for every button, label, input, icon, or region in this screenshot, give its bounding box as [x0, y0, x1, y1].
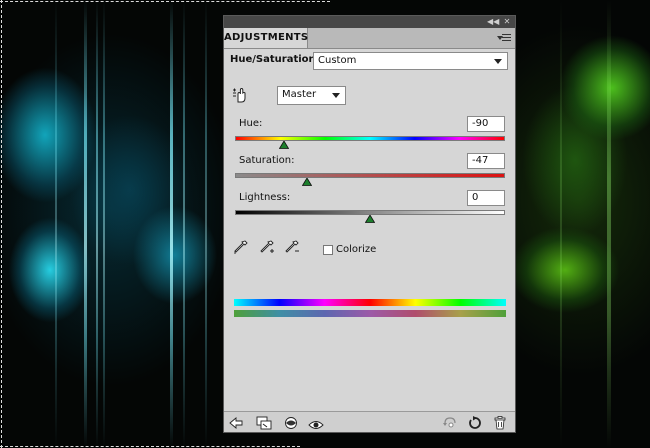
trash-icon[interactable]: [494, 415, 506, 434]
colorize-label: Colorize: [336, 244, 377, 255]
selection-marquee-top: [0, 1, 330, 2]
hue-slider-track[interactable]: [235, 136, 505, 141]
light-streak: [183, 0, 185, 448]
saturation-label: Saturation:: [239, 155, 295, 166]
light-streak: [170, 0, 173, 448]
hue-label: Hue:: [239, 118, 263, 129]
reset-icon[interactable]: [468, 415, 482, 434]
channel-value: Master: [282, 89, 317, 100]
preset-dropdown[interactable]: Custom: [313, 52, 508, 70]
adjustment-title: Hue/Saturation: [230, 54, 316, 65]
saturation-slider-track[interactable]: [235, 173, 505, 178]
panel-tab-bar: ADJUSTMENTS: [224, 28, 515, 49]
back-arrow-icon[interactable]: [229, 415, 243, 434]
light-streak: [55, 0, 57, 448]
eye-icon[interactable]: [308, 416, 324, 435]
chevron-down-icon: [494, 59, 502, 64]
panel-bottom-bar: [224, 411, 515, 432]
light-streak: [560, 0, 562, 448]
preset-value: Custom: [318, 55, 357, 66]
panel-titlebar[interactable]: ◀◀ ✕: [224, 16, 515, 28]
collapse-icon[interactable]: ◀◀: [487, 17, 499, 27]
eyedropper-minus-icon[interactable]: [285, 240, 301, 260]
lightness-value-input[interactable]: 0: [467, 190, 505, 206]
clip-to-layer-icon[interactable]: [256, 415, 272, 434]
light-streak: [607, 0, 611, 448]
tab-adjustments[interactable]: ADJUSTMENTS: [224, 28, 308, 48]
selection-marquee-bottom: [0, 446, 300, 447]
eyedropper-plus-icon[interactable]: [260, 240, 276, 260]
light-streak: [205, 0, 207, 448]
eyedropper-icon[interactable]: [234, 240, 248, 260]
colorize-checkbox[interactable]: [323, 245, 333, 255]
adjustments-panel: ◀◀ ✕ ADJUSTMENTS Hue/Saturation Custom M…: [223, 15, 516, 433]
chevron-down-icon: [332, 93, 340, 98]
output-color-bar: [234, 310, 506, 317]
layer-visibility-mask-icon[interactable]: [284, 415, 298, 434]
view-previous-state-icon[interactable]: [442, 415, 458, 434]
channel-dropdown[interactable]: Master: [277, 86, 346, 105]
panel-menu-icon[interactable]: [497, 32, 511, 44]
light-streak: [103, 0, 105, 448]
selection-marquee-left: [1, 0, 2, 448]
hue-value-input[interactable]: -90: [467, 116, 505, 132]
light-streak: [84, 0, 87, 448]
saturation-value-input[interactable]: -47: [467, 153, 505, 169]
targeted-adjustment-hand-icon[interactable]: [232, 86, 250, 108]
lightness-label: Lightness:: [239, 192, 291, 203]
close-icon[interactable]: ✕: [501, 17, 513, 27]
light-streak: [96, 0, 98, 448]
input-color-bar: [234, 299, 506, 306]
